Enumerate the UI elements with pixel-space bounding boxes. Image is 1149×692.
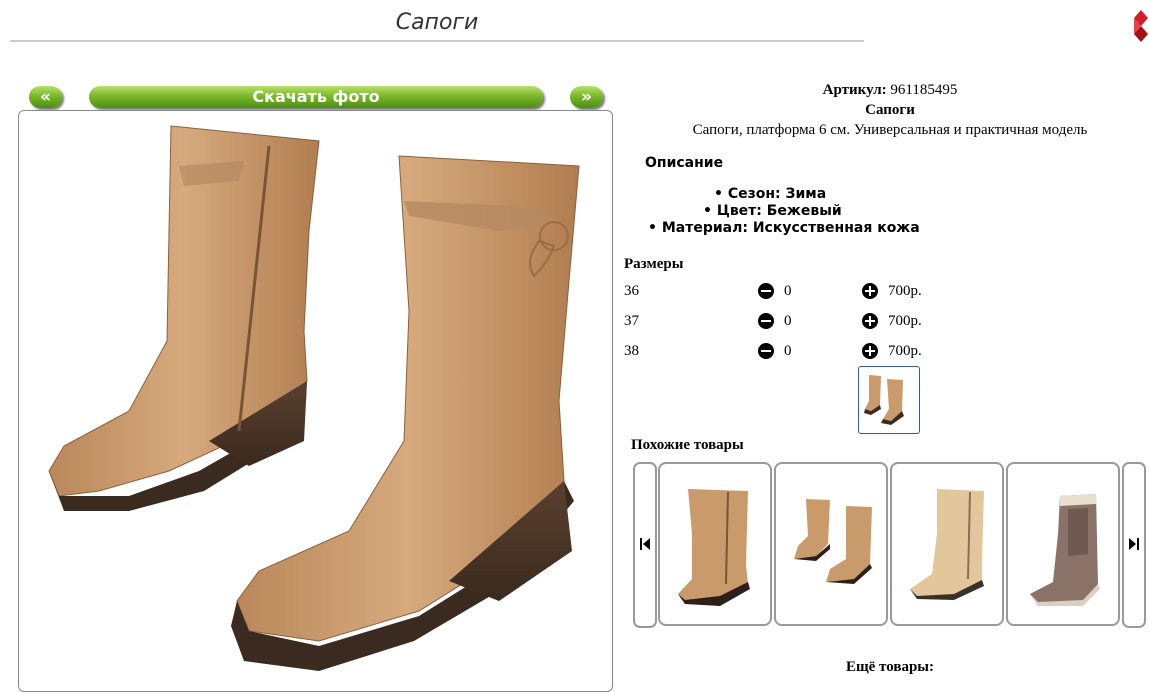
- sizes-heading: Размеры: [624, 256, 684, 272]
- size-value: 37: [624, 313, 639, 329]
- boots-illustration: [48, 125, 580, 671]
- size-price: 700р.: [888, 283, 922, 299]
- product-name: Сапоги: [865, 102, 915, 118]
- size-row: 36 0 700р.: [624, 283, 944, 303]
- skip-forward-icon: [1129, 538, 1139, 550]
- size-qty: 0: [784, 313, 792, 329]
- next-photo-button[interactable]: »: [570, 86, 603, 108]
- minus-icon[interactable]: [758, 283, 774, 299]
- skip-back-icon: [640, 538, 650, 550]
- similar-heading: Похожие товары: [631, 437, 744, 453]
- product-short-description: Сапоги, платформа 6 см. Универсальная и …: [692, 122, 1088, 138]
- plus-icon[interactable]: [862, 343, 878, 359]
- similar-next-button[interactable]: [1122, 462, 1146, 628]
- minus-icon[interactable]: [758, 313, 774, 329]
- product-image: [678, 489, 750, 606]
- similar-product-card[interactable]: [658, 462, 772, 626]
- title-divider: [10, 40, 864, 42]
- size-price: 700р.: [888, 313, 922, 329]
- spec-item: • Цвет: Бежевый: [703, 203, 842, 219]
- size-qty: 0: [784, 343, 792, 359]
- size-row: 37 0 700р.: [624, 313, 944, 333]
- similar-prev-button[interactable]: [633, 462, 657, 628]
- spec-season: Сезон: Зима: [727, 186, 827, 202]
- size-value: 36: [624, 283, 639, 299]
- product-image: [1030, 494, 1100, 606]
- more-products-heading: Ещё товары:: [845, 659, 935, 675]
- product-image: [910, 489, 984, 600]
- article-line: Артикул: 961185495: [620, 82, 1149, 99]
- plus-icon[interactable]: [862, 313, 878, 329]
- main-product-photo[interactable]: [18, 110, 613, 692]
- description-heading: Описание: [645, 155, 724, 171]
- spec-color: Цвет: Бежевый: [716, 203, 842, 219]
- size-price: 700р.: [888, 343, 922, 359]
- size-qty: 0: [784, 283, 792, 299]
- similar-product-card[interactable]: [890, 462, 1004, 626]
- similar-product-card[interactable]: [1006, 462, 1120, 626]
- plus-icon[interactable]: [862, 283, 878, 299]
- red-diamond-icon[interactable]: [1134, 10, 1148, 42]
- spec-item: • Материал: Искусственная кожа: [648, 220, 920, 236]
- thumbnail-boots-image: [864, 375, 904, 425]
- download-photo-button[interactable]: Скачать фото: [89, 86, 543, 108]
- page-title: Сапоги: [395, 10, 479, 35]
- prev-photo-button[interactable]: «: [29, 86, 62, 108]
- similar-product-card[interactable]: [774, 462, 888, 626]
- minus-icon[interactable]: [758, 343, 774, 359]
- product-image: [794, 499, 872, 584]
- article-value: 961185495: [890, 82, 958, 98]
- spec-material: Материал: Искусственная кожа: [661, 220, 920, 236]
- photo-thumbnail[interactable]: [858, 366, 920, 434]
- size-value: 38: [624, 343, 639, 359]
- article-label: Артикул:: [822, 82, 887, 98]
- spec-item: • Сезон: Зима: [714, 186, 827, 202]
- size-row: 38 0 700р.: [624, 343, 944, 363]
